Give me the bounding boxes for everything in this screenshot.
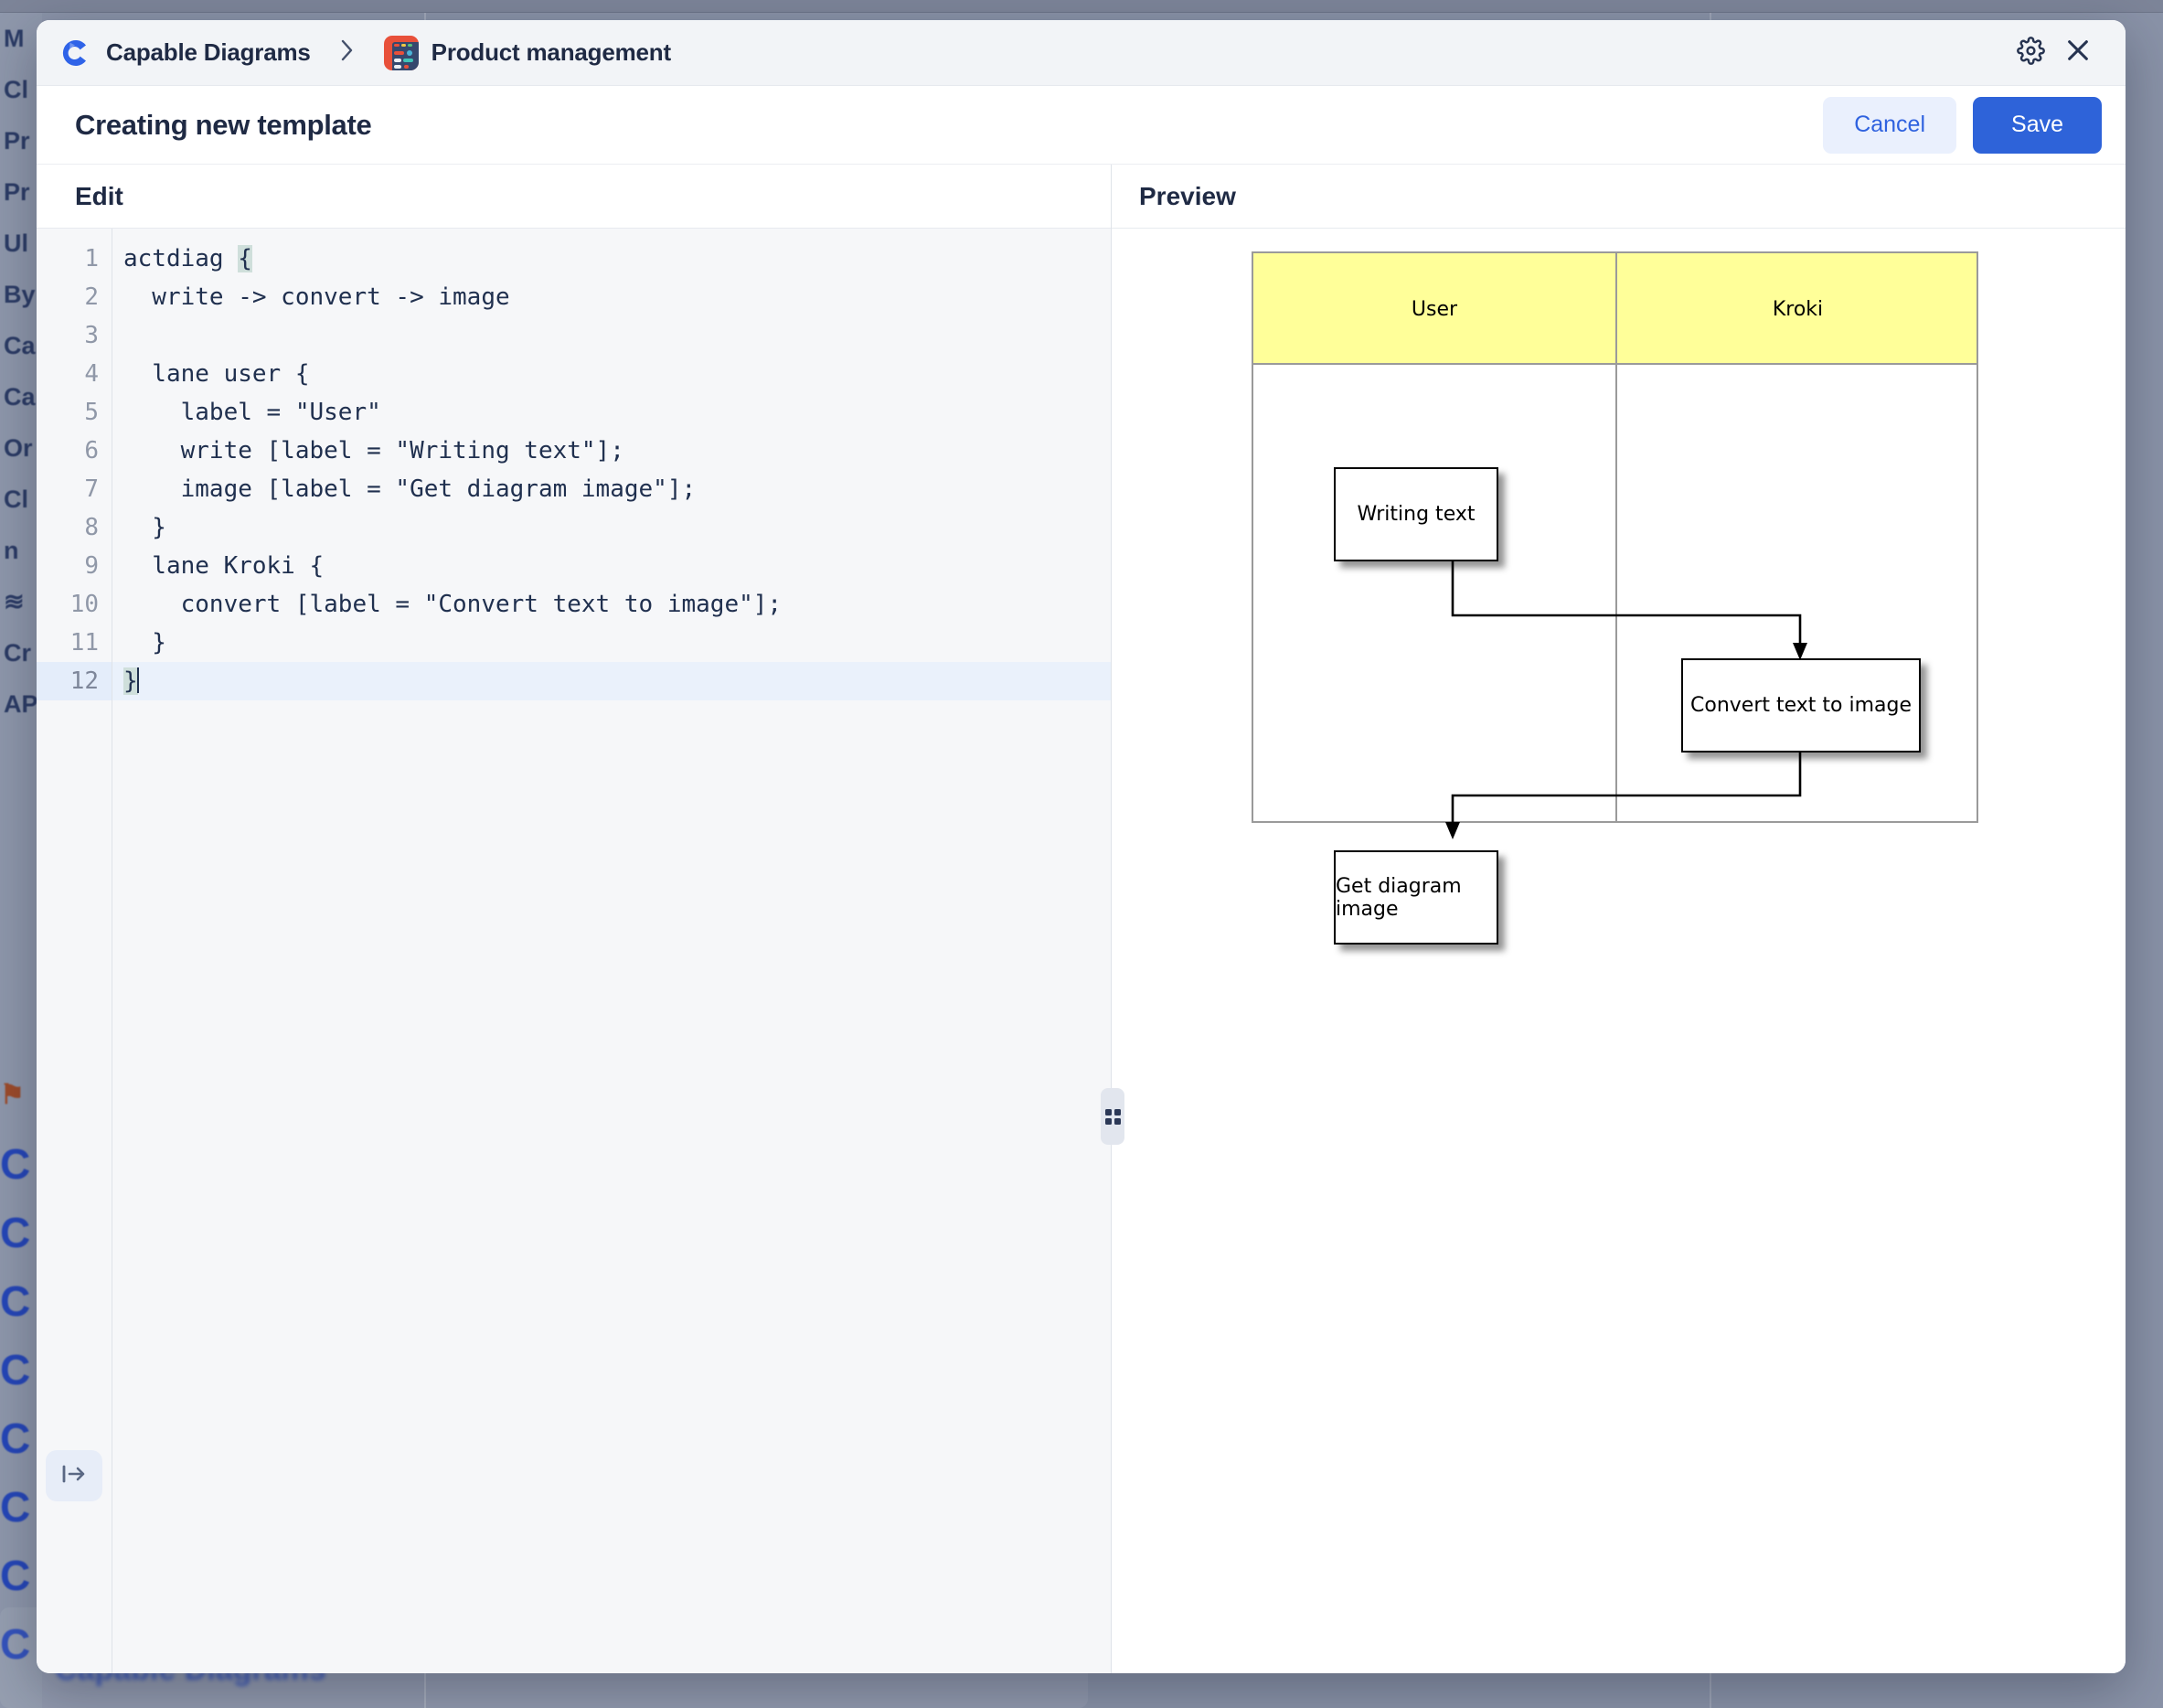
edit-pane: Edit 123456789101112 actdiag { write -> … (37, 165, 1112, 1673)
code-line[interactable]: convert [label = "Convert text to image"… (112, 585, 1111, 624)
breadcrumb-document-label[interactable]: Product management (432, 38, 671, 67)
code-line[interactable]: label = "User" (112, 393, 1111, 432)
edit-pane-header: Edit (37, 165, 1111, 229)
gear-icon (2017, 37, 2045, 69)
pane-splitter-handle[interactable] (1101, 1088, 1124, 1145)
text-caret (137, 667, 139, 693)
preview-pane-header: Preview (1112, 165, 2126, 229)
code-line[interactable]: image [label = "Get diagram image"]; (112, 470, 1111, 508)
line-number: 6 (37, 432, 112, 470)
line-number: 5 (37, 393, 112, 432)
grip-dots-icon (1105, 1109, 1121, 1125)
code-line[interactable]: actdiag { (112, 240, 1111, 278)
preview-canvas: User Kroki Writing text Convert text to … (1112, 229, 2126, 1673)
preview-pane-title: Preview (1139, 182, 1236, 211)
breadcrumb-brand-label[interactable]: Capable Diagrams (106, 38, 311, 67)
line-number: 3 (37, 316, 112, 355)
title-bar-actions: Cancel Save (1823, 97, 2102, 154)
code-line[interactable]: } (112, 624, 1111, 662)
close-icon (2063, 36, 2093, 69)
matching-brace-highlight: } (123, 667, 138, 695)
line-number: 1 (37, 240, 112, 278)
close-button[interactable] (2054, 29, 2102, 77)
code-line[interactable] (112, 316, 1111, 355)
line-number: 4 (37, 355, 112, 393)
line-number: 2 (37, 278, 112, 316)
cancel-button[interactable]: Cancel (1823, 97, 1956, 154)
node-convert-text-to-image: Convert text to image (1681, 658, 1921, 753)
product-management-icon (384, 36, 419, 70)
code-line[interactable]: write -> convert -> image (112, 278, 1111, 316)
line-number: 9 (37, 547, 112, 585)
template-editor-modal: Capable Diagrams Product management (37, 20, 2126, 1673)
preview-pane: Preview User Kroki (1112, 165, 2126, 1673)
background-topbar (0, 0, 2163, 13)
code-line[interactable]: lane Kroki { (112, 547, 1111, 585)
code-line[interactable]: lane user { (112, 355, 1111, 393)
code-line[interactable]: write [label = "Writing text"]; (112, 432, 1111, 470)
modal-title-bar: Creating new template Cancel Save (37, 86, 2126, 165)
line-number: 12 (37, 662, 112, 700)
breadcrumb: Capable Diagrams Product management (57, 35, 671, 71)
capable-diagrams-logo-icon (57, 35, 93, 71)
line-number: 7 (37, 470, 112, 508)
line-number: 8 (37, 508, 112, 547)
page-title: Creating new template (75, 109, 371, 142)
matching-brace-highlight: { (238, 245, 252, 272)
node-get-diagram-image: Get diagram image (1334, 850, 1498, 945)
code-line[interactable]: } (112, 508, 1111, 547)
collapse-right-icon (60, 1463, 88, 1489)
code-editor[interactable]: 123456789101112 actdiag { write -> conve… (37, 229, 1111, 1673)
edit-pane-title: Edit (75, 182, 123, 211)
line-number: 10 (37, 585, 112, 624)
modal-header: Capable Diagrams Product management (37, 20, 2126, 86)
code-text-area[interactable]: actdiag { write -> convert -> image lane… (112, 229, 1111, 1673)
line-number: 11 (37, 624, 112, 662)
chevron-right-icon (340, 38, 355, 67)
settings-button[interactable] (2007, 29, 2054, 77)
collapse-panel-button[interactable] (46, 1450, 102, 1501)
editor-preview-split: Edit 123456789101112 actdiag { write -> … (37, 165, 2126, 1673)
node-writing-text: Writing text (1334, 467, 1498, 561)
save-button[interactable]: Save (1973, 97, 2102, 154)
code-line[interactable]: } (112, 662, 1111, 700)
